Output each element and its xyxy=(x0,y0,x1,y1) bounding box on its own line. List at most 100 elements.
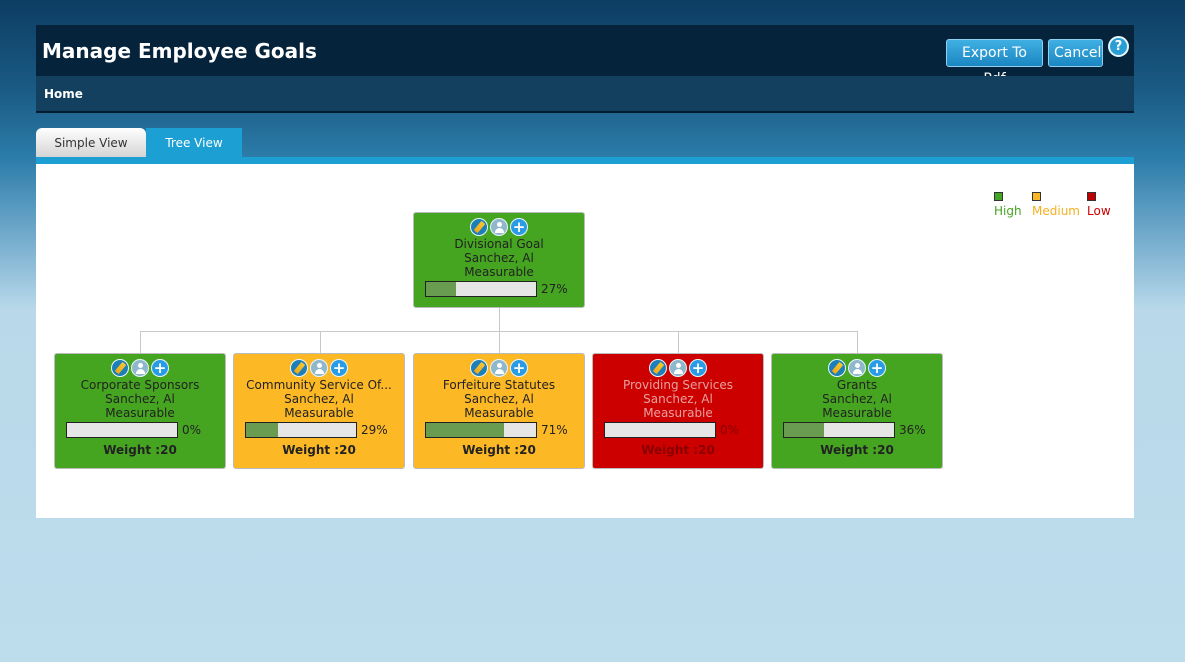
goal-node[interactable]: + Community Service Of... Sanchez, Al Me… xyxy=(233,353,405,469)
goal-node-root[interactable]: + Divisional Goal Sanchez, Al Measurable… xyxy=(413,212,585,308)
progress-percent: 0% xyxy=(720,423,740,437)
progress-bar xyxy=(425,281,537,297)
progress: 29% xyxy=(234,421,404,439)
add-icon[interactable]: + xyxy=(510,218,528,236)
goal-type: Measurable xyxy=(464,406,534,420)
goal-owner: Sanchez, Al xyxy=(284,392,354,406)
progress-fill xyxy=(246,423,278,437)
goal-name: Corporate Sponsors xyxy=(80,378,200,392)
node-actions: + xyxy=(414,218,584,237)
connector-root-stem xyxy=(499,308,500,332)
progress: 0% xyxy=(55,421,225,439)
goal-node[interactable]: + Forfeiture Statutes Sanchez, Al Measur… xyxy=(413,353,585,469)
legend-medium-label: Medium xyxy=(1032,204,1080,218)
cancel-button[interactable]: Cancel xyxy=(1048,39,1103,67)
user-icon[interactable] xyxy=(848,359,866,377)
progress-bar xyxy=(604,422,716,438)
progress: 36% xyxy=(772,421,942,439)
goal-type: Measurable xyxy=(284,406,354,420)
goal-node[interactable]: + Grants Sanchez, Al Measurable 36% Weig… xyxy=(771,353,943,469)
progress-fill xyxy=(784,423,824,437)
node-actions: + xyxy=(593,359,763,378)
progress-fill xyxy=(426,282,456,296)
help-icon[interactable]: ? xyxy=(1108,36,1129,57)
progress-percent: 27% xyxy=(541,282,568,296)
legend-low-label: Low xyxy=(1087,204,1111,218)
goal-name: Providing Services xyxy=(622,378,734,392)
tab-simple-view[interactable]: Simple View xyxy=(36,128,146,158)
goal-type: Measurable xyxy=(643,406,713,420)
progress: 71% xyxy=(414,421,584,439)
goal-name: Community Service Of... xyxy=(246,378,392,392)
goal-weight: Weight :20 xyxy=(641,443,715,457)
goal-weight: Weight :20 xyxy=(103,443,177,457)
progress-fill xyxy=(426,423,505,437)
connector-child-4 xyxy=(678,331,679,353)
edit-icon[interactable] xyxy=(290,359,308,377)
user-icon[interactable] xyxy=(131,359,149,377)
add-icon[interactable]: + xyxy=(330,359,348,377)
connector-child-2 xyxy=(320,331,321,353)
node-actions: + xyxy=(772,359,942,378)
tree-panel: High Medium Low + Divisional Goal Sanche… xyxy=(36,164,1134,518)
tab-tree-view[interactable]: Tree View xyxy=(146,128,242,158)
edit-icon[interactable] xyxy=(470,218,488,236)
add-icon[interactable]: + xyxy=(868,359,886,377)
node-actions: + xyxy=(55,359,225,378)
add-icon[interactable]: + xyxy=(151,359,169,377)
legend-low: Low xyxy=(1087,192,1111,218)
goal-weight: Weight :20 xyxy=(820,443,894,457)
goal-owner: Sanchez, Al xyxy=(105,392,175,406)
progress: 0% xyxy=(593,421,763,439)
edit-icon[interactable] xyxy=(470,359,488,377)
nav-home-link[interactable]: Home xyxy=(44,87,83,101)
legend-medium-swatch xyxy=(1032,192,1041,201)
progress-percent: 0% xyxy=(182,423,202,437)
progress-percent: 36% xyxy=(899,423,926,437)
progress-bar xyxy=(245,422,357,438)
add-icon[interactable]: + xyxy=(689,359,707,377)
connector-child-1 xyxy=(140,331,141,353)
app-window: Manage Employee Goals Export To Pdf Canc… xyxy=(36,25,1134,113)
goal-owner: Sanchez, Al xyxy=(822,392,892,406)
edit-icon[interactable] xyxy=(111,359,129,377)
export-pdf-button[interactable]: Export To Pdf xyxy=(946,39,1043,87)
connector-child-3 xyxy=(499,331,500,353)
page-title: Manage Employee Goals xyxy=(42,39,317,63)
goal-name: Forfeiture Statutes xyxy=(442,378,556,392)
progress-bar xyxy=(66,422,178,438)
goal-weight: Weight :20 xyxy=(462,443,536,457)
goal-node[interactable]: + Providing Services Sanchez, Al Measura… xyxy=(592,353,764,469)
goal-type: Measurable xyxy=(464,265,534,279)
legend-high: High xyxy=(994,192,1022,218)
node-actions: + xyxy=(414,359,584,378)
goal-name: Divisional Goal xyxy=(454,237,544,251)
legend-high-label: High xyxy=(994,204,1022,218)
edit-icon[interactable] xyxy=(649,359,667,377)
nav-bar: Home xyxy=(36,76,1134,113)
progress-bar xyxy=(783,422,895,438)
progress-percent: 29% xyxy=(361,423,388,437)
goal-type: Measurable xyxy=(822,406,892,420)
user-icon[interactable] xyxy=(669,359,687,377)
goal-type: Measurable xyxy=(105,406,175,420)
progress: 27% xyxy=(414,280,584,298)
tab-underline xyxy=(36,157,1134,164)
goal-node[interactable]: + Corporate Sponsors Sanchez, Al Measura… xyxy=(54,353,226,469)
add-icon[interactable]: + xyxy=(510,359,528,377)
edit-icon[interactable] xyxy=(828,359,846,377)
goal-owner: Sanchez, Al xyxy=(464,392,534,406)
user-icon[interactable] xyxy=(310,359,328,377)
user-icon[interactable] xyxy=(490,218,508,236)
node-actions: + xyxy=(234,359,404,378)
legend-medium: Medium xyxy=(1032,192,1080,218)
legend-low-swatch xyxy=(1087,192,1096,201)
legend-high-swatch xyxy=(994,192,1003,201)
connector-child-5 xyxy=(857,331,858,353)
goal-owner: Sanchez, Al xyxy=(464,251,534,265)
goal-owner: Sanchez, Al xyxy=(643,392,713,406)
goal-name: Grants xyxy=(836,378,878,392)
progress-percent: 71% xyxy=(541,423,568,437)
user-icon[interactable] xyxy=(490,359,508,377)
title-bar: Manage Employee Goals Export To Pdf Canc… xyxy=(36,25,1134,87)
